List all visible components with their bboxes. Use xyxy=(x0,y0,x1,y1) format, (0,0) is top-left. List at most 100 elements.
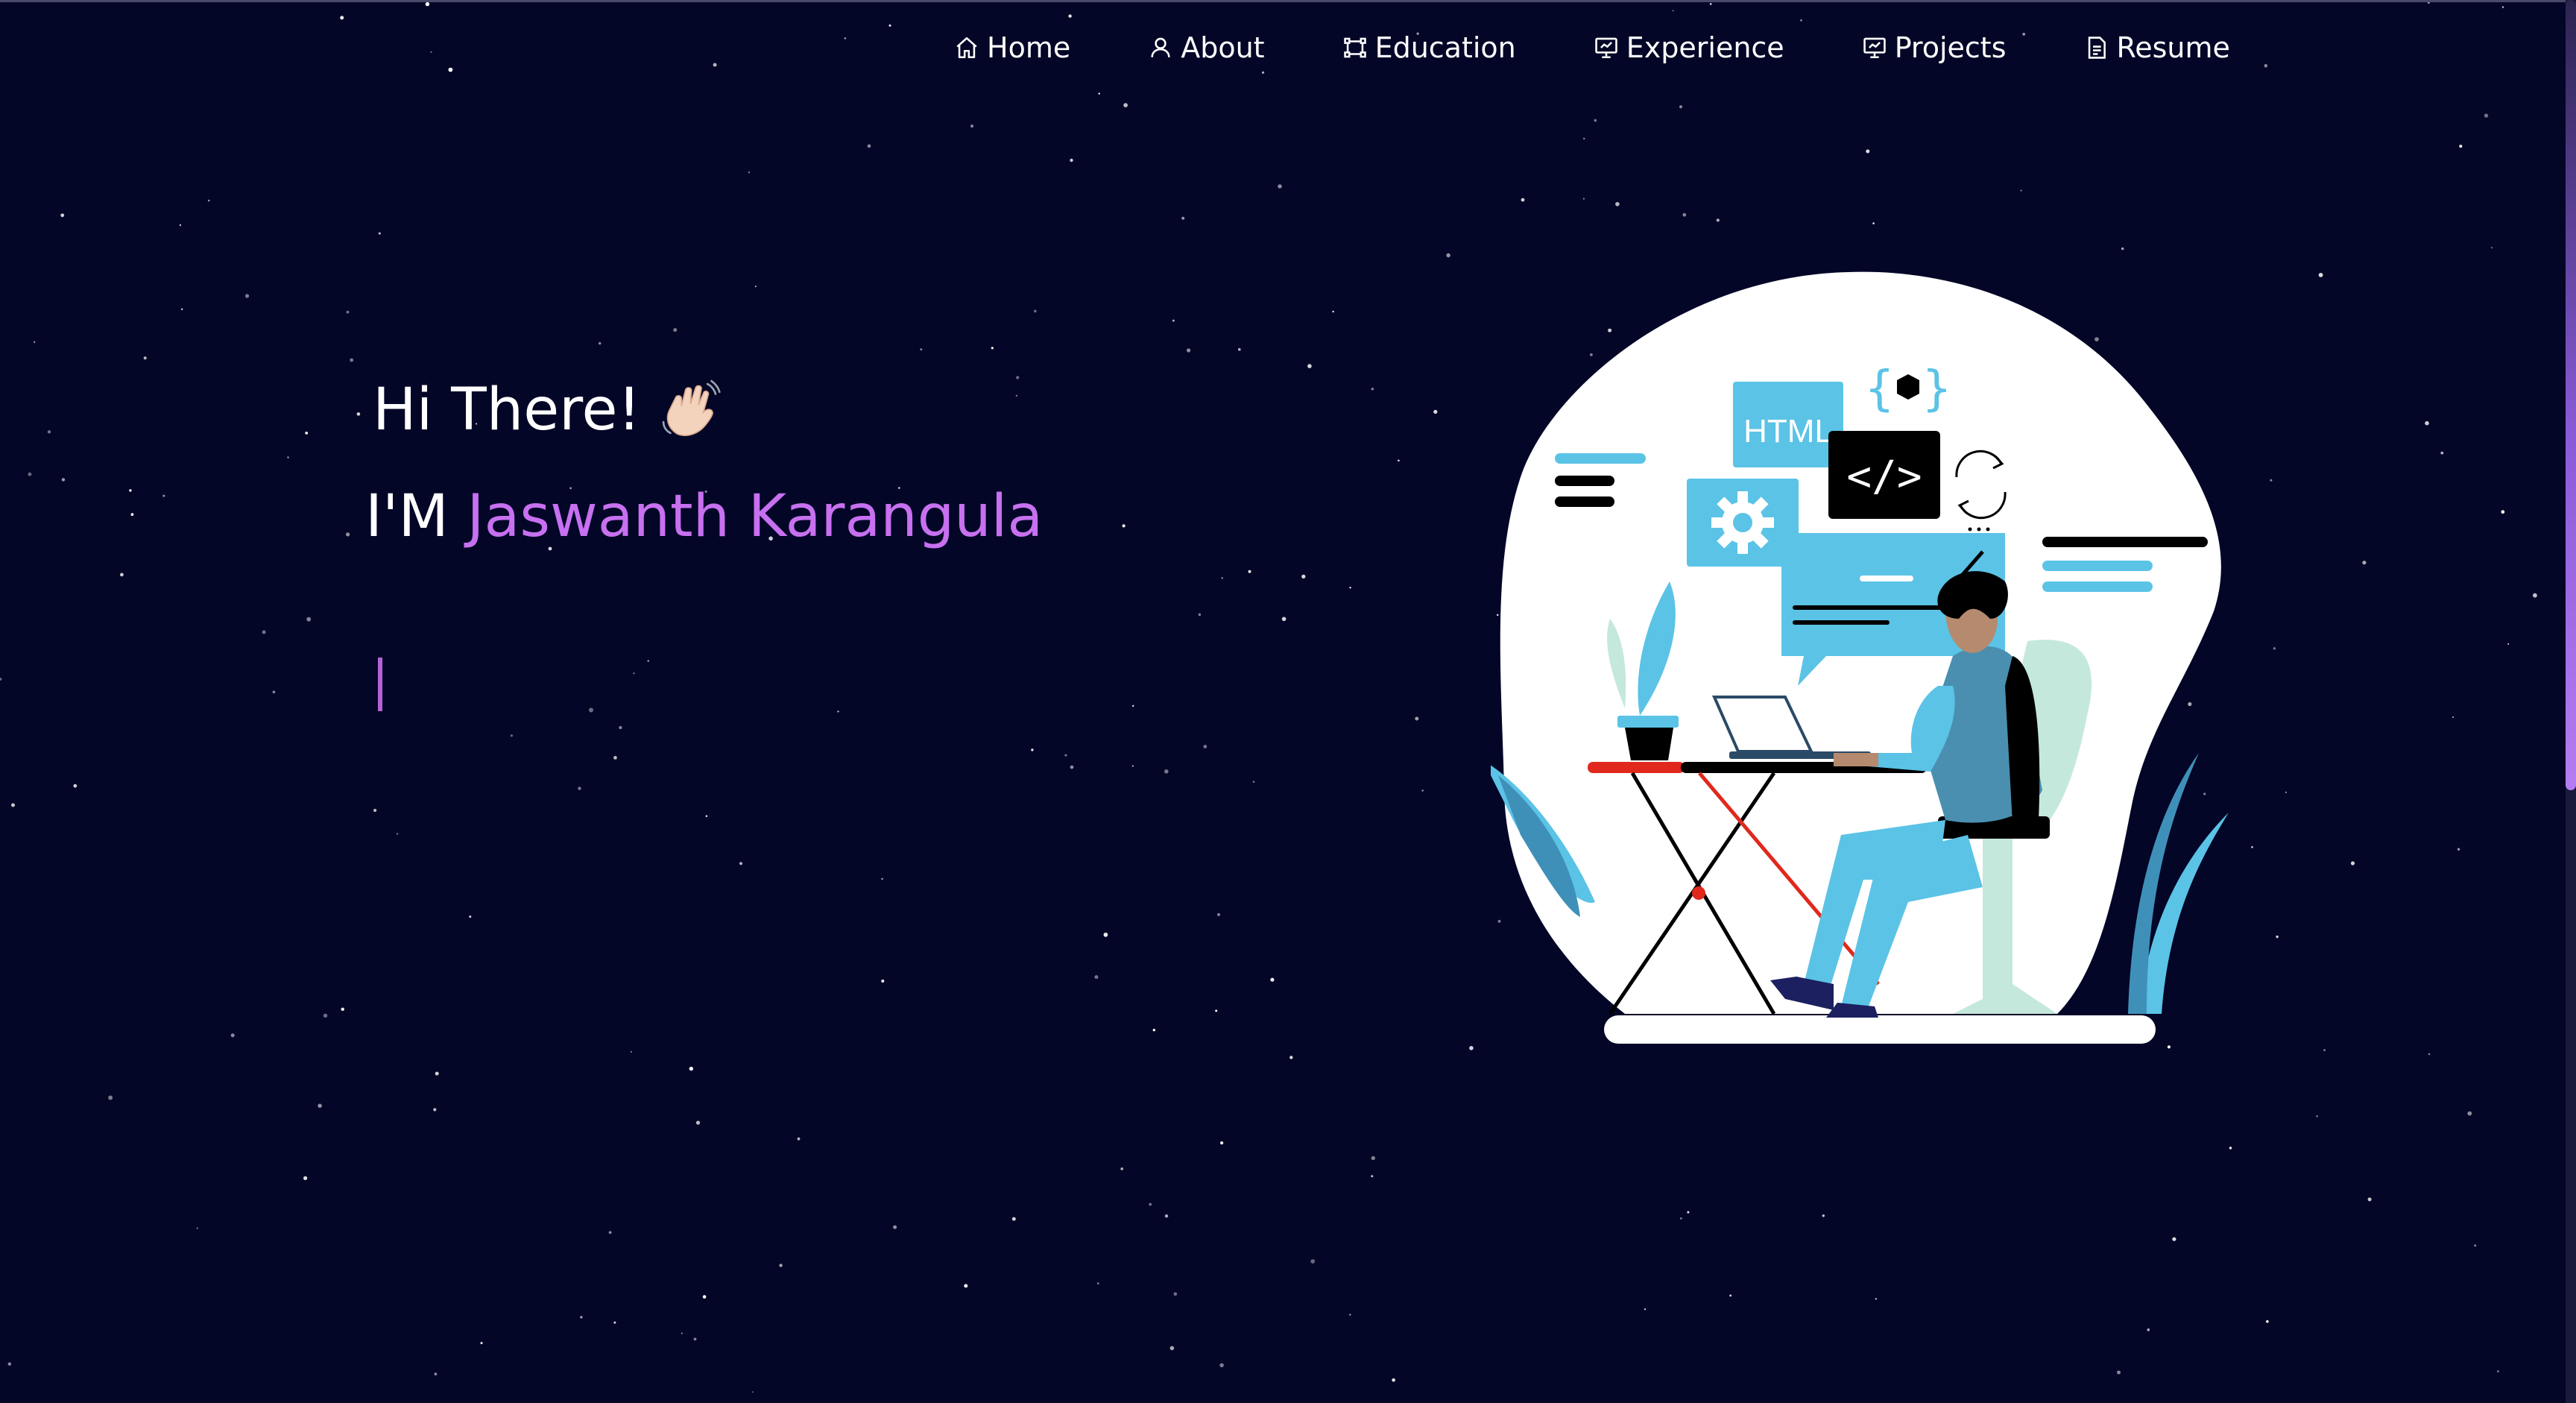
star xyxy=(1371,1155,1376,1161)
star xyxy=(1687,1211,1690,1214)
star xyxy=(608,1231,612,1235)
star xyxy=(689,1066,693,1071)
star xyxy=(1248,570,1251,573)
star xyxy=(1215,1009,1218,1012)
star xyxy=(1415,716,1419,721)
page-scrollbar-thumb[interactable] xyxy=(2566,0,2576,790)
star xyxy=(867,144,871,148)
star xyxy=(1220,1141,1224,1145)
star xyxy=(47,430,51,434)
star xyxy=(647,660,649,662)
nav-item-education[interactable]: Education xyxy=(1342,27,1516,69)
nav-item-about[interactable]: About xyxy=(1148,27,1265,69)
star xyxy=(356,412,361,416)
star xyxy=(1172,319,1175,322)
home-icon xyxy=(954,35,979,60)
star xyxy=(2276,935,2279,939)
star xyxy=(1421,789,1424,792)
nav-item-resume[interactable]: Resume xyxy=(2084,27,2230,69)
star xyxy=(303,1176,308,1180)
star xyxy=(2362,561,2367,565)
star xyxy=(1729,1294,1732,1297)
star xyxy=(695,1120,701,1125)
star xyxy=(1349,1314,1351,1316)
star xyxy=(196,1227,198,1229)
star xyxy=(1011,1217,1016,1221)
star xyxy=(262,630,266,634)
nav-item-label: Resume xyxy=(2116,31,2230,64)
star xyxy=(2425,420,2429,426)
star xyxy=(2496,1370,2499,1372)
star xyxy=(1034,309,1037,313)
star xyxy=(323,1013,328,1018)
star xyxy=(1031,748,1034,751)
presentation-icon xyxy=(1862,35,1887,60)
star xyxy=(1310,1259,1316,1264)
star xyxy=(1123,103,1128,108)
star xyxy=(2501,510,2505,514)
star xyxy=(2440,451,2444,455)
star xyxy=(1094,975,1099,980)
star xyxy=(1132,704,1134,707)
star xyxy=(130,513,134,516)
user-icon xyxy=(1148,35,1173,60)
star xyxy=(1644,1308,1647,1311)
star xyxy=(633,672,635,675)
star xyxy=(1371,1175,1374,1178)
star xyxy=(61,478,66,482)
star xyxy=(754,286,757,288)
star xyxy=(120,573,124,577)
star xyxy=(396,833,399,835)
star xyxy=(589,707,593,713)
nav-item-experience[interactable]: Experience xyxy=(1594,27,1784,69)
star xyxy=(2323,1049,2326,1051)
nav-item-home[interactable]: Home xyxy=(954,27,1070,69)
star xyxy=(1219,1363,1224,1368)
star xyxy=(60,213,65,218)
star xyxy=(435,1071,439,1076)
star xyxy=(578,786,581,790)
star xyxy=(881,979,885,983)
star xyxy=(434,1372,438,1375)
star xyxy=(1016,376,1020,379)
nav-item-label: Home xyxy=(987,31,1071,64)
star xyxy=(2457,848,2460,851)
star xyxy=(2316,1115,2318,1117)
star xyxy=(1392,1378,1395,1382)
star xyxy=(1594,119,1597,122)
nav-item-label: About xyxy=(1181,31,1265,64)
star xyxy=(244,294,250,298)
star xyxy=(1278,184,1282,189)
star xyxy=(1187,348,1191,353)
star xyxy=(2490,247,2493,249)
star xyxy=(28,472,32,476)
star xyxy=(143,356,147,360)
developer-name: Jaswanth Karangula xyxy=(467,483,1044,550)
star xyxy=(1221,577,1223,579)
star xyxy=(2229,1147,2232,1150)
star xyxy=(613,1321,616,1324)
star xyxy=(162,494,165,497)
nav-item-projects[interactable]: Projects xyxy=(1862,27,2007,69)
star xyxy=(306,617,312,622)
star xyxy=(1103,933,1108,937)
page-scrollbar-track[interactable] xyxy=(2566,0,2576,1403)
star xyxy=(1015,394,1017,397)
star xyxy=(1217,912,1220,916)
star xyxy=(1679,105,1682,109)
education-icon xyxy=(1342,35,1368,60)
nav-item-label: Experience xyxy=(1626,31,1784,64)
star xyxy=(510,734,514,737)
star xyxy=(1301,574,1306,579)
star xyxy=(2020,189,2022,192)
star xyxy=(630,1050,633,1053)
star xyxy=(2147,1328,2150,1331)
nav-item-label: Projects xyxy=(1894,31,2007,64)
star xyxy=(305,432,309,435)
star xyxy=(619,725,622,730)
star xyxy=(350,358,354,362)
star xyxy=(1203,745,1208,748)
gear-icon xyxy=(1711,491,1774,554)
star xyxy=(2459,145,2463,148)
star xyxy=(11,803,15,807)
